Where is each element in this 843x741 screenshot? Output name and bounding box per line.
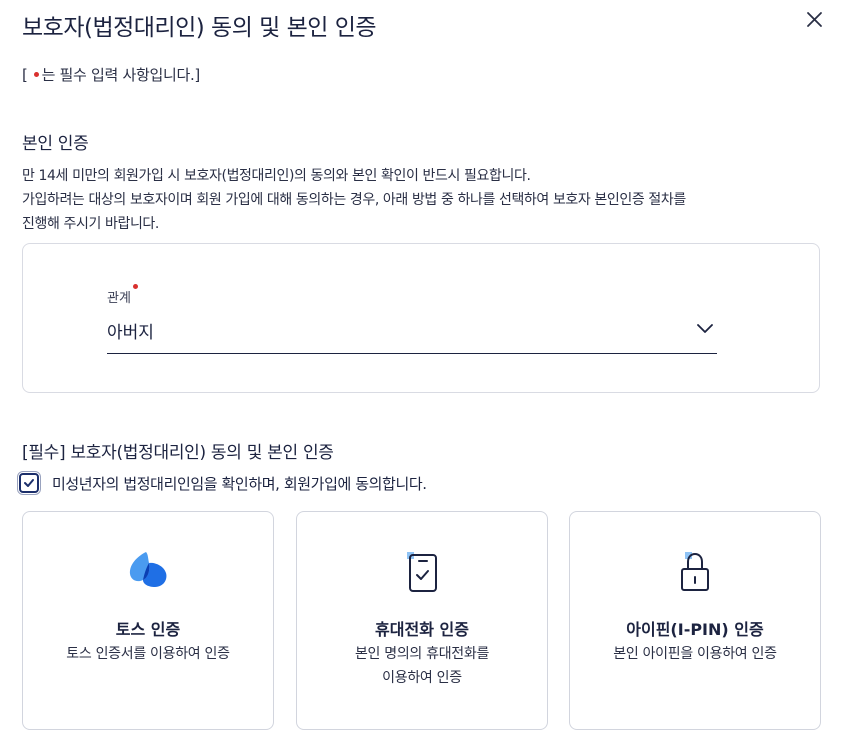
identity-description: 만 14세 미만의 회원가입 시 보호자(법정대리인)의 동의와 본인 확인이 … <box>22 164 822 236</box>
ipin-auth-subtitle: 본인 아이핀을 이용하여 인증 <box>580 642 810 666</box>
phone-auth-subtitle-line-1: 본인 명의의 휴대전화를 <box>354 646 490 662</box>
required-dot-icon <box>132 284 138 289</box>
toss-auth-subtitle-line-1: 토스 인증서를 이용하여 인증 <box>66 646 230 662</box>
chevron-down-icon[interactable] <box>697 324 713 334</box>
required-note-prefix: [ <box>22 66 28 84</box>
phone-check-icon <box>407 552 437 592</box>
phone-auth-subtitle: 본인 명의의 휴대전화를 이용하여 인증 <box>307 642 537 690</box>
required-note: [ 는 필수 입력 사항입니다.] <box>22 64 200 85</box>
close-icon[interactable] <box>804 9 826 31</box>
ipin-auth-card[interactable]: 아이핀(I-PIN) 인증 본인 아이핀을 이용하여 인증 <box>569 511 821 730</box>
desc-line-2: 가입하려는 대상의 보호자이며 회원 가입에 대해 동의하는 경우, 아래 방법… <box>22 192 686 208</box>
modal-title: 보호자(법정대리인) 동의 및 본인 인증 <box>22 15 377 41</box>
lock-icon <box>681 552 709 591</box>
identity-section-heading: 본인 인증 <box>22 134 89 154</box>
ipin-auth-title: 아이핀(I-PIN) 인증 <box>626 620 764 639</box>
phone-auth-subtitle-line-2: 이용하여 인증 <box>382 670 462 686</box>
toss-auth-title: 토스 인증 <box>115 620 181 639</box>
ipin-auth-subtitle-line-1: 본인 아이핀을 이용하여 인증 <box>613 646 777 662</box>
relation-panel: 관계 아버지 <box>22 243 820 393</box>
desc-line-3: 진행해 주시기 바랍니다. <box>22 216 159 232</box>
check-icon <box>24 479 34 487</box>
consent-section-heading: [필수] 보호자(법정대리인) 동의 및 본인 인증 <box>22 443 334 463</box>
toss-auth-card[interactable]: 토스 인증 토스 인증서를 이용하여 인증 <box>22 511 274 730</box>
close-button[interactable] <box>804 9 826 31</box>
phone-auth-title: 휴대전화 인증 <box>375 620 469 639</box>
consent-checkbox[interactable] <box>17 471 41 495</box>
relation-selected-value: 아버지 <box>107 323 154 343</box>
consent-row[interactable]: 미성년자의 법정대리인임을 확인하며, 회원가입에 동의합니다. <box>17 470 427 496</box>
toss-logo-icon <box>129 552 167 587</box>
phone-auth-card[interactable]: 휴대전화 인증 본인 명의의 휴대전화를 이용하여 인증 <box>296 511 548 730</box>
consent-checkbox-label: 미성년자의 법정대리인임을 확인하며, 회원가입에 동의합니다. <box>52 474 427 493</box>
required-note-text: 는 필수 입력 사항입니다.] <box>41 66 201 84</box>
toss-auth-subtitle: 토스 인증서를 이용하여 인증 <box>33 642 263 666</box>
required-dot-icon <box>33 71 39 77</box>
relation-label: 관계 <box>107 284 138 306</box>
relation-label-text: 관계 <box>107 291 131 306</box>
desc-line-1: 만 14세 미만의 회원가입 시 보호자(법정대리인)의 동의와 본인 확인이 … <box>22 168 531 184</box>
relation-select[interactable]: 아버지 <box>107 310 717 354</box>
